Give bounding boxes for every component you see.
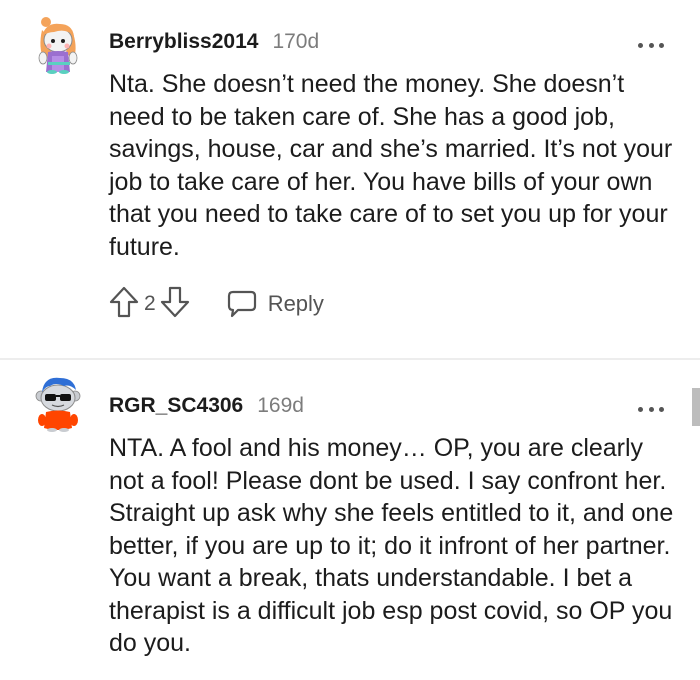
comment-body: NTA. A fool and his money… OP, you are c… [109,434,674,657]
downvote-arrow-icon[interactable] [160,286,190,323]
comment-meta: Berrybliss2014 170d [109,30,319,58]
more-options-ellipsis-icon[interactable] [638,404,664,414]
reply-label: Reply [267,291,324,316]
reply-button[interactable]: Reply [226,289,324,319]
speech-bubble-icon [227,290,256,318]
avatar[interactable] [30,372,86,432]
dot [659,406,664,412]
upvote-arrow-icon[interactable] [109,286,139,323]
dot [648,406,654,412]
comment-body: Nta. She doesn’t need the money. She doe… [109,70,673,261]
dot [648,42,654,48]
comment: RGR_SC4306 169d NTA. A fool and his mone… [0,362,700,680]
comment: Berrybliss2014 170d Nta. She doesn’t nee… [0,0,700,358]
scrollbar-thumb[interactable] [692,388,700,426]
avatar[interactable] [30,14,86,74]
redhead-avatar-icon [38,17,78,74]
username[interactable]: RGR_SC4306 [109,394,243,418]
comment-divider [0,358,700,360]
dot [638,42,643,48]
comment-meta: RGR_SC4306 169d [109,394,304,422]
dot [638,406,643,412]
snoo-sunglasses-avatar-icon [35,377,81,432]
username[interactable]: Berrybliss2014 [109,30,258,54]
vote-count: 2 [144,292,156,315]
comment-age: 169d [257,394,304,417]
more-options-ellipsis-icon[interactable] [638,40,664,50]
dot [659,42,664,48]
comment-actions: 2 Reply [109,286,324,322]
comment-age: 170d [272,30,320,53]
